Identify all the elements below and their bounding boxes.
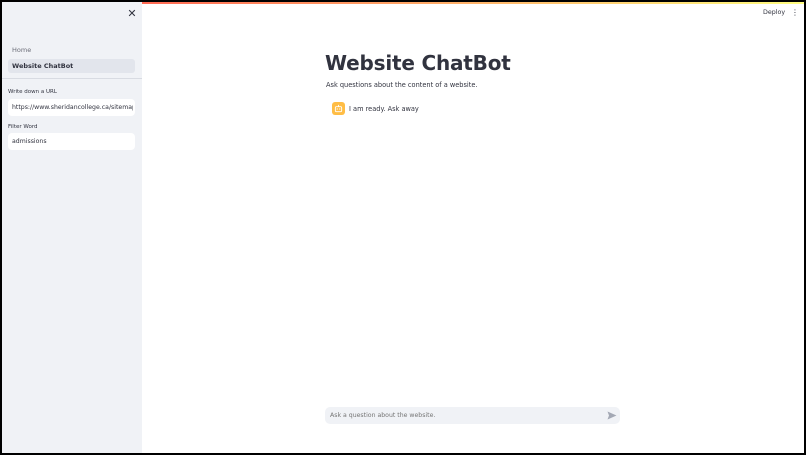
chat-input-bar — [325, 407, 620, 424]
filter-word-input[interactable] — [8, 133, 135, 150]
filter-field-label: Filter Word — [8, 124, 38, 130]
page-subtitle: Ask questions about the content of a web… — [326, 81, 478, 89]
bot-icon — [332, 102, 345, 115]
page-title: Website ChatBot — [325, 51, 511, 75]
more-vertical-icon[interactable]: ⋮ — [791, 8, 799, 18]
close-icon[interactable]: ✕ — [126, 7, 138, 21]
sidebar-divider — [2, 78, 142, 79]
deploy-button[interactable]: Deploy — [763, 9, 785, 16]
send-icon[interactable] — [606, 410, 617, 421]
sidebar: ✕ Home Website ChatBot Write down a URL … — [2, 2, 142, 453]
app-window: ✕ Home Website ChatBot Write down a URL … — [2, 2, 804, 453]
sidebar-item-website-chatbot[interactable]: Website ChatBot — [8, 59, 135, 73]
url-input[interactable] — [8, 99, 135, 116]
chat-input[interactable] — [325, 407, 595, 424]
sidebar-item-home[interactable]: Home — [12, 46, 31, 54]
assistant-message: I am ready. Ask away — [349, 105, 419, 113]
url-field-label: Write down a URL — [8, 89, 57, 95]
